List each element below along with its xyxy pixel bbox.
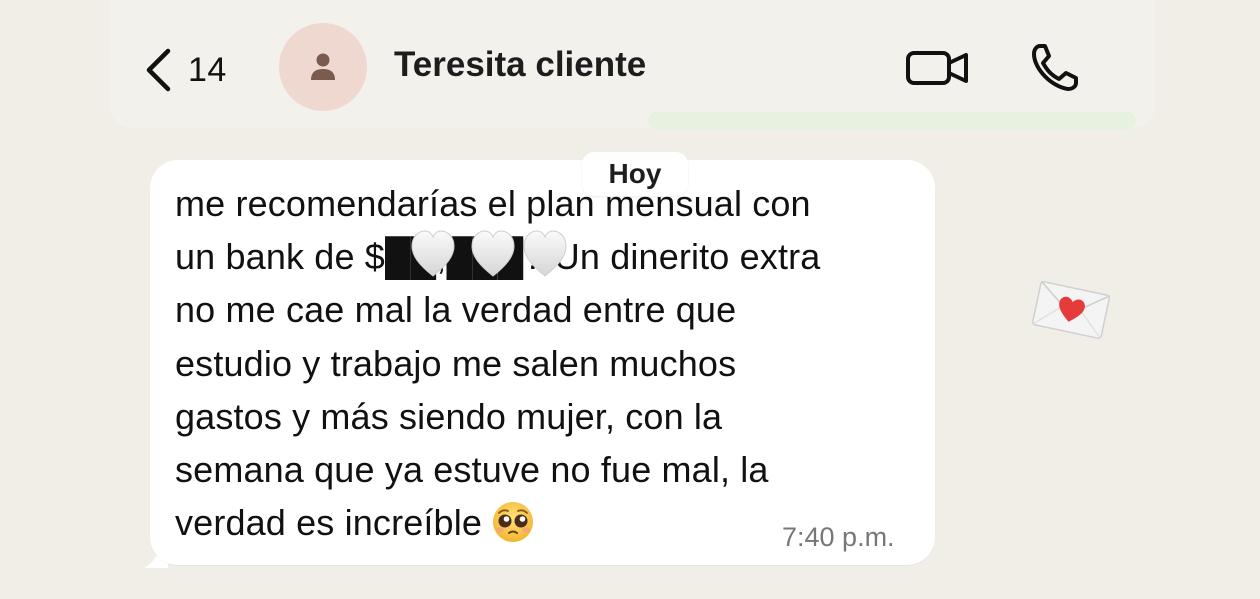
- video-call-button[interactable]: [904, 45, 974, 91]
- video-camera-icon: [906, 51, 968, 85]
- avatar[interactable]: [279, 23, 367, 111]
- pleading-face-emoji: [493, 502, 534, 543]
- date-label: Hoy: [608, 158, 662, 189]
- message-timestamp: 7:40 p.m.: [782, 522, 895, 552]
- unread-count: 14: [188, 50, 227, 89]
- date-chip: Hoy: [582, 152, 688, 196]
- phone-call-button[interactable]: [1026, 39, 1084, 97]
- back-button[interactable]: 14: [140, 42, 227, 98]
- chevron-left-icon: [146, 48, 171, 92]
- header-green-shadow: [648, 112, 1136, 130]
- person-icon: [311, 53, 335, 80]
- phone-icon: [1032, 44, 1078, 91]
- redacted-amount-hearts: [411, 230, 567, 277]
- envelope-heart-sticker[interactable]: [1028, 274, 1114, 346]
- contact-name[interactable]: Teresita cliente: [394, 45, 646, 85]
